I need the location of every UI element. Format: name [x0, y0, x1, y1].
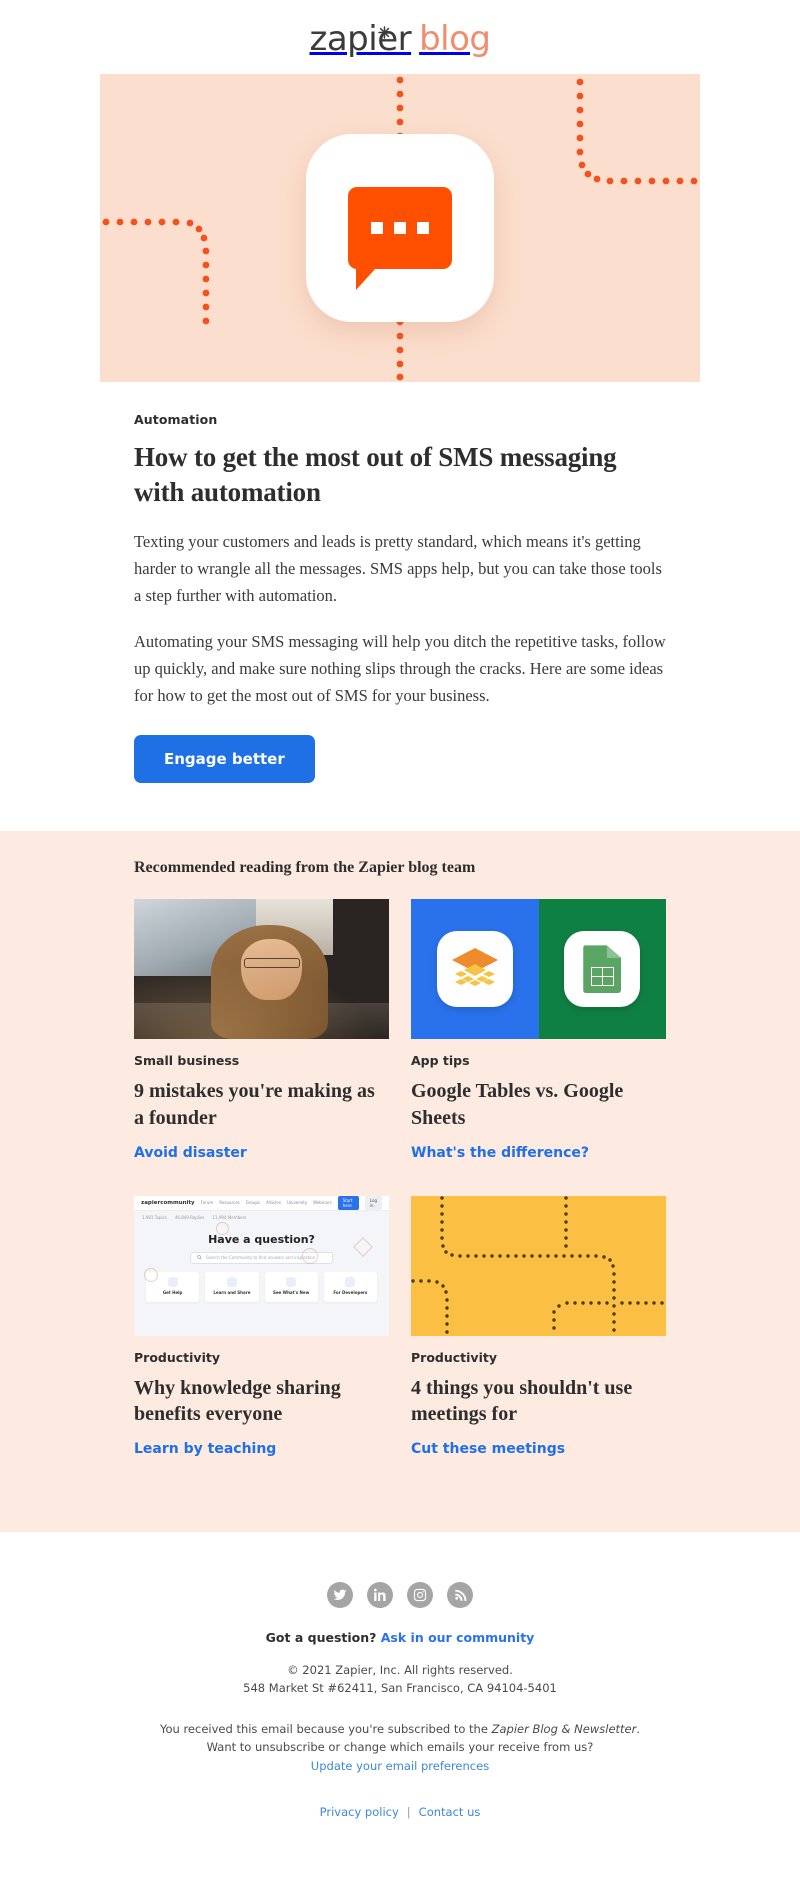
card-title[interactable]: 4 things you shouldn't use meetings for	[411, 1375, 666, 1428]
masthead: zapier blog	[0, 0, 800, 74]
feature-headline[interactable]: How to get the most out of SMS messaging…	[134, 440, 666, 509]
community-nav-item: Forum	[200, 1200, 214, 1206]
rss-icon[interactable]	[447, 1581, 473, 1608]
community-nav-item: Resources	[219, 1200, 240, 1206]
recommended-card[interactable]: App tips Google Tables vs. Google Sheets…	[411, 899, 666, 1161]
community-stat: 1,981 Topics	[142, 1214, 167, 1220]
engage-better-button[interactable]: Engage better	[134, 735, 315, 784]
twitter-icon[interactable]	[327, 1581, 353, 1608]
email-page: zapier blog Automation How to get the mo…	[0, 0, 800, 1860]
privacy-policy-link[interactable]: Privacy policy	[320, 1805, 399, 1819]
feature-paragraph-1: Texting your customers and leads is pret…	[134, 532, 662, 605]
google-sheets-panel	[538, 899, 666, 1040]
community-login-button: Log in	[364, 1195, 382, 1210]
community-start-here-button: Start here	[337, 1195, 359, 1210]
address-line: 548 Market St #62411, San Francisco, CA …	[243, 1681, 557, 1696]
subscription-line-1: You received this email because you're s…	[0, 1720, 800, 1739]
community-nav-item: Groups	[245, 1200, 261, 1206]
community-stat: 46,849 Replies	[174, 1214, 205, 1220]
feature-paragraph-2: Automating your SMS messaging will help …	[134, 632, 666, 705]
community-nav-item: Articles	[266, 1200, 281, 1206]
card-cta-link[interactable]: Cut these meetings	[411, 1441, 565, 1457]
instagram-icon[interactable]	[407, 1581, 433, 1608]
card-cta-link[interactable]: Learn by teaching	[134, 1441, 276, 1457]
community-tile-label: Learn and Share	[213, 1289, 251, 1295]
google-tables-panel	[411, 899, 539, 1040]
subscription-text-lead: You received this email because you're s…	[159, 1721, 492, 1736]
community-brand-suffix: community	[160, 1199, 195, 1206]
footer-bottom-links: Privacy policy | Contact us	[0, 1805, 800, 1819]
sms-chat-bubble-icon	[348, 187, 452, 290]
search-icon	[197, 1255, 202, 1260]
card-thumbnail[interactable]	[411, 899, 666, 1040]
got-a-question-label: Got a question?	[265, 1629, 377, 1645]
community-tile-label: Get Help	[162, 1289, 183, 1295]
contact-us-link[interactable]: Contact us	[419, 1805, 481, 1819]
community-brand-prefix: zapier	[141, 1199, 161, 1206]
recommended-reading-section: Recommended reading from the Zapier blog…	[0, 831, 800, 1532]
google-tables-icon	[448, 946, 502, 992]
newsletter-name: Zapier Blog & Newsletter	[491, 1721, 637, 1736]
community-tile-label: For Developers	[333, 1289, 368, 1295]
community-tile: For Developers	[323, 1271, 377, 1302]
community-nav-item: Webinars	[313, 1200, 332, 1206]
card-category: App tips	[411, 1053, 470, 1069]
community-tile: Learn and Share	[205, 1271, 259, 1302]
community-search-placeholder: Search the Community to find answers and…	[206, 1255, 316, 1261]
community-stat: 11,994 Members	[212, 1214, 247, 1220]
community-nav-item: University	[286, 1200, 308, 1206]
logo-word-zapier: zapier	[309, 19, 412, 59]
card-category: Productivity	[134, 1349, 220, 1365]
app-icons-thumbnail	[411, 899, 666, 1040]
feature-category: Automation	[134, 412, 218, 427]
card-category: Productivity	[411, 1349, 497, 1365]
update-email-preferences-link[interactable]: Update your email preferences	[311, 1759, 489, 1773]
card-thumbnail[interactable]: zapiercommunity Forum Resources Groups A…	[134, 1195, 389, 1336]
subscription-line-2: Want to unsubscribe or change which emai…	[206, 1740, 594, 1755]
google-sheets-icon	[583, 945, 622, 994]
hero-image[interactable]	[100, 74, 700, 382]
card-title[interactable]: 9 mistakes you're making as a founder	[134, 1078, 389, 1131]
zapier-community-screenshot-icon: zapiercommunity Forum Resources Groups A…	[134, 1195, 389, 1336]
copyright-line: © 2021 Zapier, Inc. All rights reserved.	[287, 1662, 513, 1677]
got-a-question: Got a question? Ask in our community	[0, 1630, 800, 1645]
photo-woman-at-laptop-icon	[134, 899, 389, 1040]
subscription-block: You received this email because you're s…	[0, 1720, 800, 1776]
zapier-blog-logo[interactable]: zapier blog	[309, 19, 491, 59]
footer: Got a question? Ask in our community © 2…	[0, 1531, 800, 1860]
recommended-card[interactable]: Productivity 4 things you shouldn't use …	[411, 1195, 666, 1458]
card-thumbnail[interactable]	[411, 1195, 666, 1336]
legal-block: © 2021 Zapier, Inc. All rights reserved.…	[0, 1661, 800, 1698]
yellow-dotted-paths-icon	[411, 1195, 666, 1336]
linkedin-icon[interactable]	[367, 1581, 393, 1608]
card-title[interactable]: Google Tables vs. Google Sheets	[411, 1078, 666, 1131]
recommended-card-grid: Small business 9 mistakes you're making …	[134, 899, 666, 1491]
recommended-card[interactable]: zapiercommunity Forum Resources Groups A…	[134, 1195, 389, 1458]
logo-word-blog: blog	[419, 19, 491, 59]
recommended-title: Recommended reading from the Zapier blog…	[134, 859, 476, 877]
ask-in-our-community-link[interactable]: Ask in our community	[381, 1630, 535, 1645]
recommended-card[interactable]: Small business 9 mistakes you're making …	[134, 899, 389, 1161]
card-thumbnail[interactable]	[134, 899, 389, 1040]
link-separator: |	[406, 1805, 411, 1820]
sms-app-tile	[306, 134, 494, 322]
card-category: Small business	[134, 1053, 240, 1069]
community-heading: Have a question?	[208, 1232, 315, 1246]
feature-article: Automation How to get the most out of SM…	[100, 382, 700, 831]
community-tile-label: See What's New	[272, 1289, 310, 1295]
card-cta-link[interactable]: Avoid disaster	[134, 1145, 247, 1161]
card-cta-link[interactable]: What's the difference?	[411, 1145, 589, 1161]
card-title[interactable]: Why knowledge sharing benefits everyone	[134, 1375, 389, 1428]
social-links	[0, 1581, 800, 1608]
community-tile: See What's New	[264, 1271, 318, 1302]
subscription-text-tail: .	[636, 1721, 640, 1736]
